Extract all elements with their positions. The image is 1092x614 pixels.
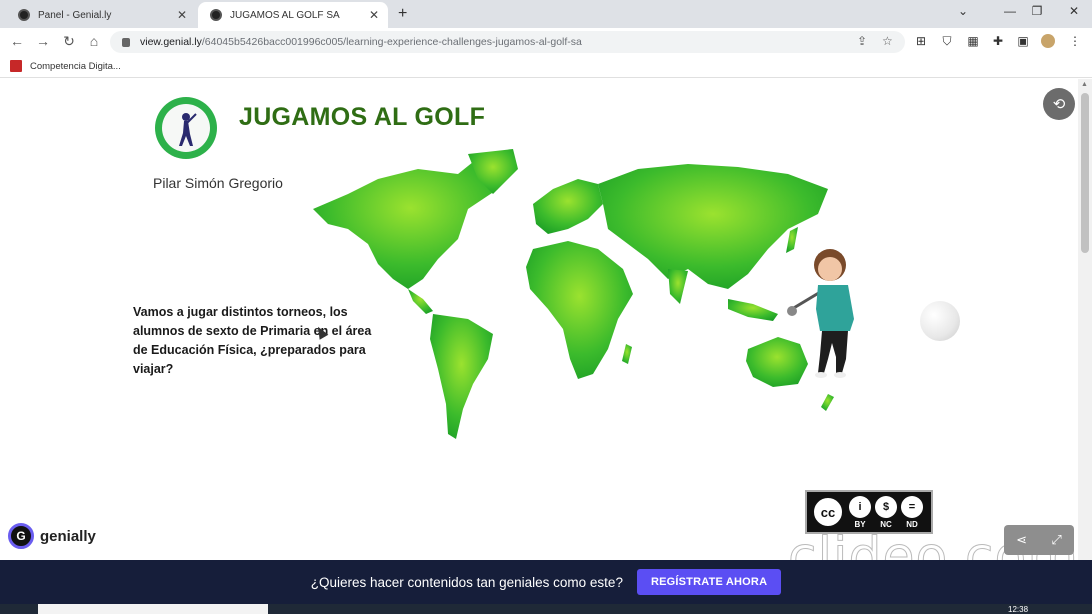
genially-g-icon: G: [8, 523, 34, 549]
attribution-icon: i: [849, 495, 871, 518]
home-icon[interactable]: ⌂: [85, 33, 103, 49]
side-panel-icon[interactable]: ▣: [1016, 34, 1030, 48]
profile-avatar[interactable]: [1041, 34, 1055, 48]
bookmarks-bar: Competencia Digita...: [0, 56, 1092, 78]
os-taskbar: 12:38: [0, 604, 1092, 614]
noncommercial-icon: $: [875, 495, 897, 518]
extension-grid-icon[interactable]: ⊞: [914, 34, 928, 48]
bookmark-star-icon[interactable]: ☆: [882, 34, 893, 48]
new-tab-plus-icon[interactable]: +: [398, 5, 407, 23]
bookmark-label: Competencia Digita...: [30, 60, 121, 72]
scroll-up-arrow-icon[interactable]: ▲: [1081, 81, 1088, 88]
genially-logo[interactable]: G genially: [8, 523, 96, 549]
browser-toolbar: ← → ↻ ⌂ view.genial.ly /64045b5426bacc00…: [0, 28, 1092, 56]
genially-brand-text: genially: [40, 527, 96, 545]
url-path: /64045b5426bacc001996c005/learning-exper…: [201, 36, 582, 48]
maximize-icon[interactable]: ❐: [1027, 4, 1047, 18]
lock-icon: [122, 37, 130, 47]
taskbar-search-box[interactable]: [38, 604, 268, 614]
menu-kebab-icon[interactable]: ⋮: [1068, 34, 1082, 48]
fullscreen-icon[interactable]: ⤢: [1051, 532, 1061, 548]
extension-shield-icon[interactable]: ⛉: [940, 34, 954, 48]
tab-panel-genially[interactable]: Panel - Genial.ly ✕: [6, 2, 196, 28]
tab-strip: Panel - Genial.ly ✕ JUGAMOS AL GOLF SA ✕…: [0, 0, 1092, 28]
page-title: JUGAMOS AL GOLF: [239, 103, 486, 131]
signup-prompt-text: ¿Quieres hacer contenidos tan geniales c…: [310, 574, 623, 590]
restart-icon[interactable]: ⟲: [1043, 88, 1075, 120]
bookmark-competencia-digital[interactable]: Competencia Digita...: [10, 60, 121, 72]
tab-jugamos-al-golf[interactable]: JUGAMOS AL GOLF SA ✕: [198, 2, 388, 28]
extensions-puzzle-icon[interactable]: ✚: [991, 34, 1005, 48]
genially-favicon-icon: [18, 9, 30, 21]
minimize-icon[interactable]: —: [1000, 4, 1020, 18]
forward-arrow-icon[interactable]: →: [34, 33, 52, 49]
register-button[interactable]: REGÍSTRATE AHORA: [636, 569, 782, 595]
close-window-icon[interactable]: ✕: [1064, 4, 1084, 18]
golf-club-logo: [155, 97, 217, 159]
signup-banner: ¿Quieres hacer contenidos tan geniales c…: [0, 560, 1092, 604]
tab-close-icon[interactable]: ✕: [174, 8, 190, 22]
share-fullscreen-controls: ⋖ ⤢: [1004, 525, 1074, 555]
address-bar[interactable]: view.genial.ly /64045b5426bacc001996c005…: [110, 31, 905, 53]
golfer-avatar-image: [787, 249, 854, 378]
bookmark-favicon-icon: [10, 60, 22, 72]
author-name: Pilar Simón Gregorio: [153, 175, 283, 191]
share-icon[interactable]: ⋖: [1016, 532, 1027, 548]
cc-icon: cc: [811, 495, 845, 529]
tab-label: JUGAMOS AL GOLF SA: [230, 9, 340, 21]
url-host: view.genial.ly: [140, 36, 202, 48]
golfer-silhouette-icon: [162, 104, 210, 152]
back-arrow-icon[interactable]: ←: [8, 33, 26, 49]
tab-label: Panel - Genial.ly: [38, 9, 112, 21]
taskbar-clock: 12:38: [1008, 605, 1029, 614]
scrollbar-thumb[interactable]: [1081, 93, 1089, 253]
share-page-icon[interactable]: ⇪: [857, 34, 867, 48]
tab-close-icon[interactable]: ✕: [366, 8, 382, 22]
reload-icon[interactable]: ↻: [60, 33, 78, 50]
genially-favicon-icon: [210, 9, 222, 21]
page-scrollbar[interactable]: ▲: [1078, 79, 1092, 560]
noderivatives-icon: =: [901, 495, 923, 518]
genially-canvas: JUGAMOS AL GOLF Pilar Simón Gregorio Vam…: [0, 79, 1078, 560]
golf-ball-image: [920, 301, 960, 341]
world-map-image: [313, 149, 834, 439]
tab-search-chevron-icon[interactable]: ⌄: [953, 4, 973, 18]
extension-table-icon[interactable]: ▦: [966, 34, 980, 48]
